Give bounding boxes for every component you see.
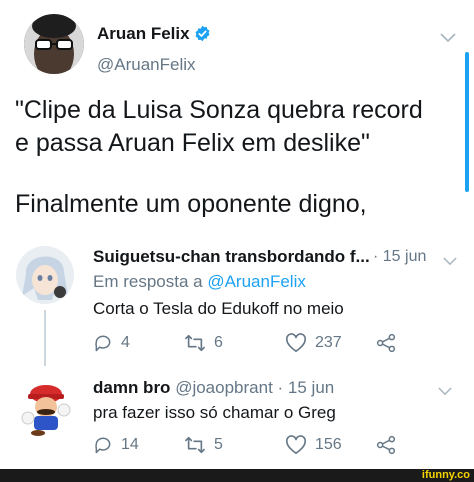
reply-timestamp[interactable]: · 15 jun (278, 378, 335, 397)
reply-timestamp[interactable]: · 15 jun (373, 248, 426, 266)
retweet-action[interactable]: 5 (184, 435, 223, 455)
heart-icon (285, 435, 307, 454)
tweet-text-line-1: "Clipe da Luisa Sonza quebra record (15, 96, 423, 124)
watermark-text: ifunny.co (421, 469, 470, 481)
watermark-bar (0, 469, 474, 482)
reply-action[interactable]: 14 (93, 435, 139, 455)
chevron-down-icon[interactable] (443, 253, 457, 271)
like-action[interactable]: 237 (285, 333, 342, 353)
reply-author-handle[interactable]: @joaopbrant (175, 378, 273, 397)
reply-icon (95, 335, 111, 352)
reply-text: Corta o Tesla do Edukoff no meio (93, 299, 344, 318)
reply-author-name[interactable]: Suiguetsu-chan transbordando f... (93, 247, 370, 267)
reply-count: 4 (121, 334, 130, 351)
tweet-text-line-2: e passa Aruan Felix em deslike" (15, 129, 370, 157)
reply-avatar[interactable] (16, 380, 76, 436)
reply-action[interactable]: 4 (93, 333, 130, 353)
retweet-count: 6 (214, 334, 223, 351)
reply-count: 14 (121, 436, 139, 453)
reply-text: pra fazer isso só chamar o Greg (93, 403, 336, 422)
share-icon[interactable] (376, 435, 396, 460)
reply-header: damn bro @joaopbrant · 15 jun (93, 378, 334, 398)
scrollbar-thumb[interactable] (465, 52, 469, 192)
reply-author-name[interactable]: damn bro (93, 378, 170, 397)
retweet-action[interactable]: 6 (184, 333, 223, 353)
chevron-down-icon[interactable] (438, 383, 452, 401)
reply-icon (95, 437, 111, 454)
author-name[interactable]: Aruan Felix (97, 24, 190, 44)
author-handle[interactable]: @AruanFelix (97, 55, 196, 75)
reply-to-handle-link[interactable]: @AruanFelix (207, 272, 306, 291)
reply-to-line: Em resposta a @AruanFelix (93, 272, 306, 292)
like-action[interactable]: 156 (285, 435, 342, 455)
like-count: 237 (315, 334, 342, 351)
reply-to-prefix: Em resposta a (93, 272, 208, 291)
chevron-down-icon[interactable] (440, 30, 456, 48)
thread-line (44, 310, 46, 366)
like-count: 156 (315, 436, 342, 453)
retweet-icon (185, 436, 205, 454)
verified-badge-icon (194, 25, 211, 42)
author-avatar[interactable] (24, 14, 84, 74)
share-icon[interactable] (376, 333, 396, 358)
retweet-count: 5 (214, 436, 223, 453)
tweet-text-line-3: Finalmente um oponente digno, (15, 190, 367, 218)
retweet-icon (185, 334, 205, 352)
heart-icon (285, 333, 307, 352)
reply-avatar[interactable] (16, 246, 74, 304)
